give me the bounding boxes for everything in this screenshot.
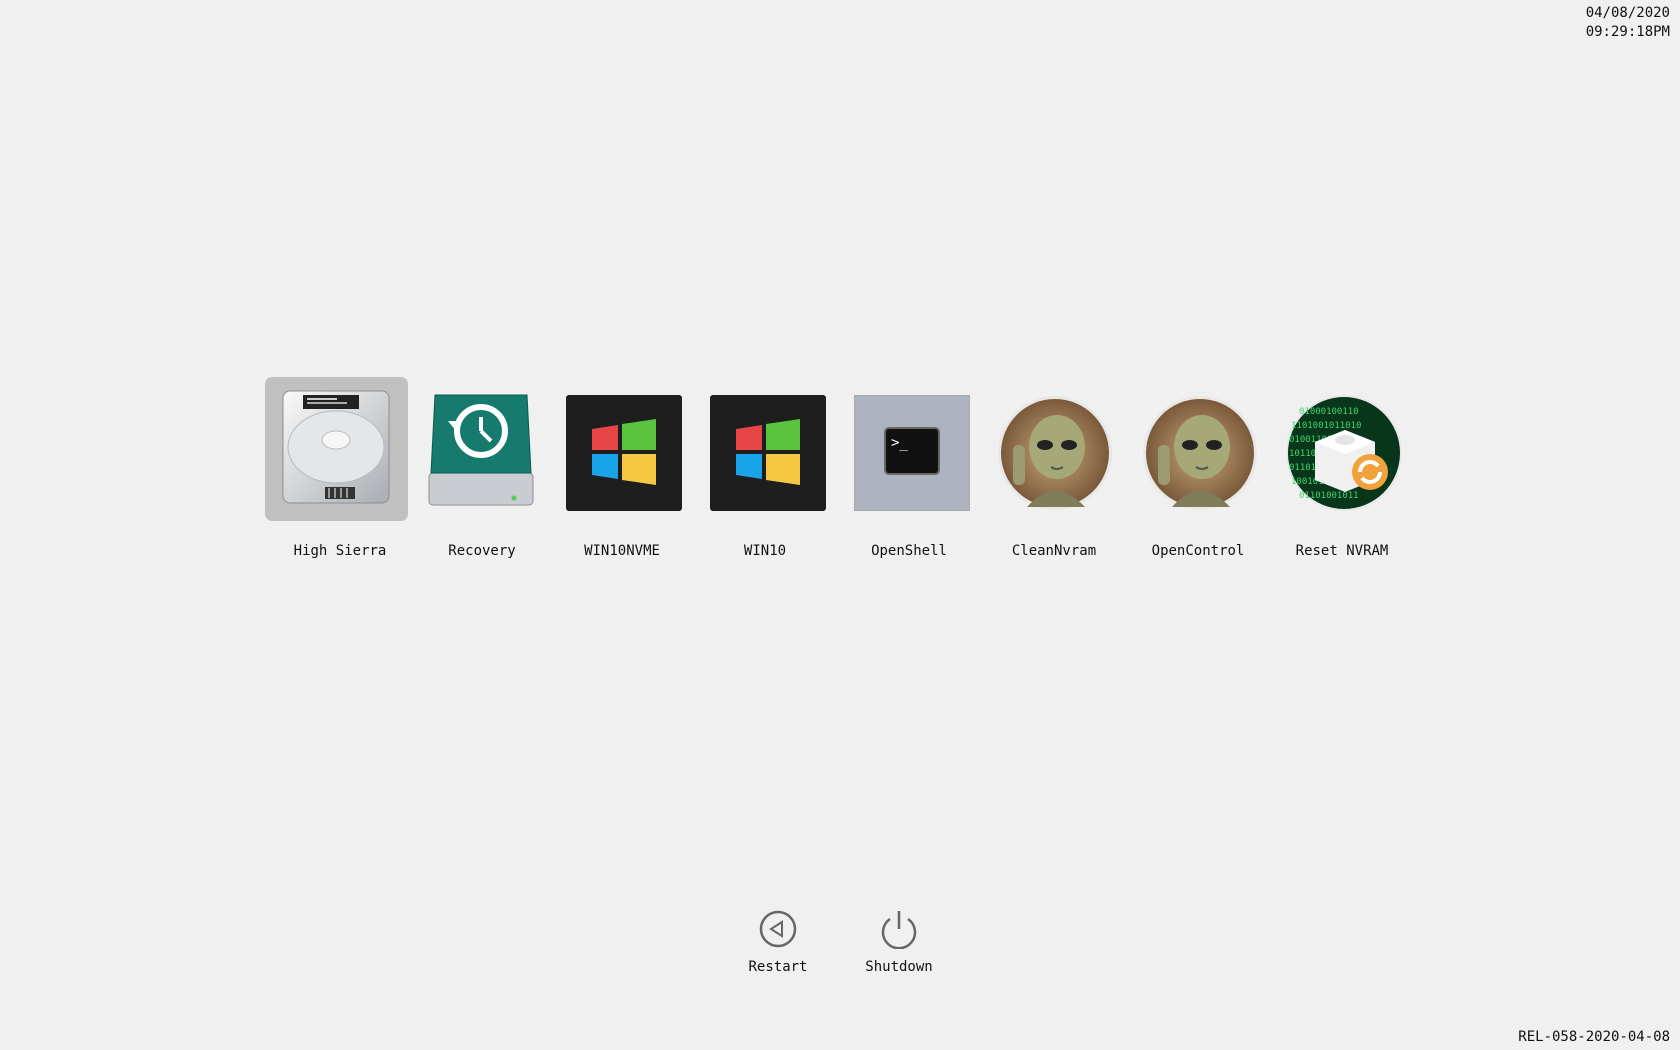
- boot-entry-label: CleanNvram: [1011, 543, 1097, 559]
- svg-text:01101001011: 01101001011: [1299, 491, 1359, 501]
- boot-entry-label: WIN10NVME: [584, 543, 660, 559]
- boot-entry-high-sierra[interactable]: High Sierra: [257, 377, 408, 577]
- boot-entry-label: Recovery: [448, 543, 516, 559]
- boot-entry-cleannvram[interactable]: CleanNvram: [980, 377, 1130, 577]
- windows-logo-icon: [710, 395, 826, 511]
- restart-button[interactable]: Restart: [738, 909, 818, 975]
- boot-entry-reset-nvram[interactable]: 01000100110 1101001011010 0100110111001 …: [1268, 377, 1418, 577]
- restart-label: Restart: [748, 959, 808, 975]
- alien-icon: [998, 396, 1112, 510]
- windows-logo-icon: [566, 395, 682, 511]
- boot-entry-label: High Sierra: [293, 543, 387, 559]
- time-machine-recovery-icon: [428, 394, 534, 506]
- shutdown-button[interactable]: Shutdown: [859, 909, 939, 975]
- power-icon: [881, 911, 917, 950]
- boot-entry-label: WIN10: [743, 543, 787, 559]
- svg-text:>_: >_: [891, 435, 908, 451]
- boot-entry-win10nvme[interactable]: WIN10NVME: [547, 377, 697, 577]
- svg-text:01000100110: 01000100110: [1299, 407, 1359, 417]
- version-label: REL-058-2020-04-08: [1518, 1029, 1670, 1045]
- restart-icon: [759, 910, 797, 948]
- boot-entry-label: OpenControl: [1151, 543, 1245, 559]
- terminal-icon: >_: [854, 395, 970, 511]
- shutdown-label: Shutdown: [865, 959, 933, 975]
- boot-entry-recovery[interactable]: Recovery: [404, 377, 554, 577]
- boot-entry-label: OpenShell: [871, 543, 947, 559]
- boot-entry-win10[interactable]: WIN10: [691, 377, 841, 577]
- alien-icon: [1143, 396, 1257, 510]
- hard-drive-icon: [282, 390, 390, 504]
- boot-entry-label: Reset NVRAM: [1295, 543, 1389, 559]
- svg-text:1101001011010: 1101001011010: [1291, 421, 1361, 431]
- boot-entries: High Sierra Recovery WIN10NVME WIN10 >_ …: [0, 0, 1680, 1050]
- boot-entry-openshell[interactable]: >_ OpenShell: [835, 377, 985, 577]
- reset-nvram-icon: 01000100110 1101001011010 0100110111001 …: [1286, 395, 1402, 511]
- boot-entry-opencontrol[interactable]: OpenControl: [1123, 377, 1273, 577]
